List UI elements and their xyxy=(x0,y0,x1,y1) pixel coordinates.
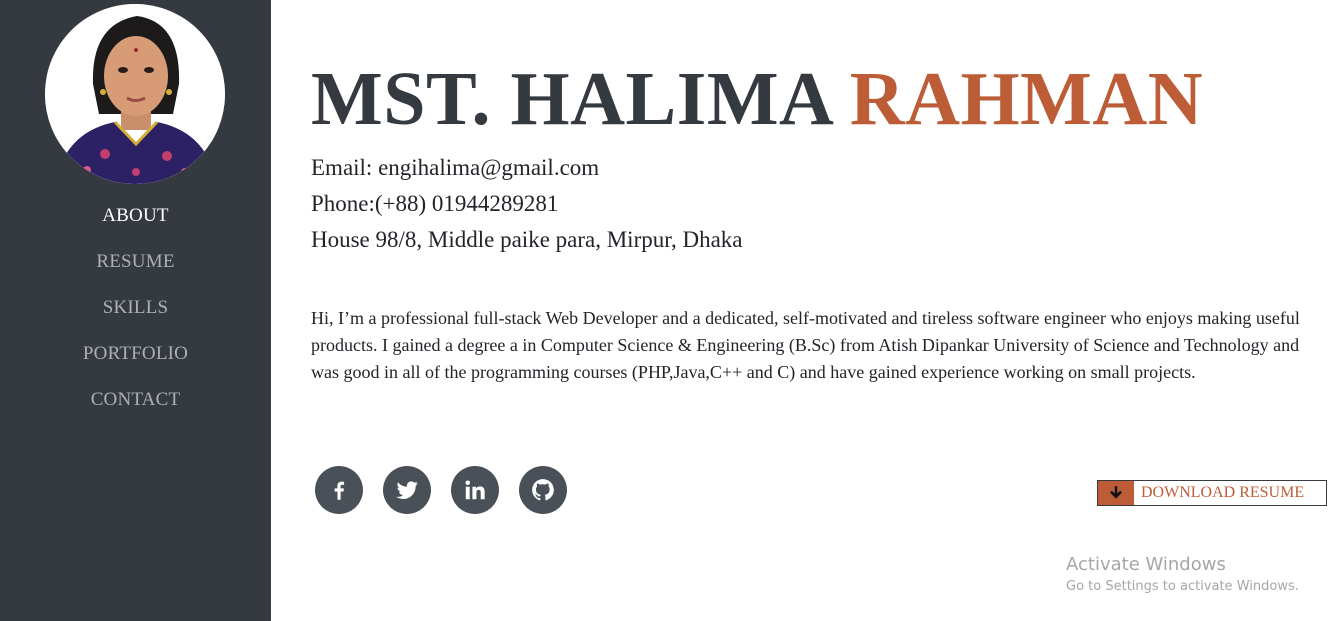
twitter-icon xyxy=(396,481,418,499)
sidebar-nav: ABOUT RESUME SKILLS PORTFOLIO CONTACT xyxy=(0,203,271,433)
arrow-down-icon xyxy=(1098,481,1134,505)
email-text: Email: engihalima@gmail.com xyxy=(311,155,600,180)
avatar[interactable] xyxy=(45,4,225,184)
last-name: RAHMAN xyxy=(849,57,1204,141)
nav-item-skills[interactable]: SKILLS xyxy=(0,295,271,341)
nav-item-contact[interactable]: CONTACT xyxy=(0,387,271,433)
facebook-link[interactable] xyxy=(315,466,363,514)
phone-text: Phone:(+88) 01944289281 xyxy=(311,191,559,216)
watermark-title: Activate Windows xyxy=(1066,554,1226,575)
nav-item-portfolio[interactable]: PORTFOLIO xyxy=(0,341,271,387)
sidebar: ABOUT RESUME SKILLS PORTFOLIO CONTACT xyxy=(0,0,271,621)
download-resume-button[interactable]: DOWNLOAD RESUME xyxy=(1097,480,1327,506)
watermark-subtitle: Go to Settings to activate Windows. xyxy=(1066,579,1299,594)
first-name: MST. HALIMA xyxy=(311,57,831,141)
github-icon xyxy=(532,479,554,501)
facebook-icon xyxy=(334,481,345,500)
bio-paragraph: Hi, I’m a professional full-stack Web De… xyxy=(311,308,1300,382)
nav-item-resume[interactable]: RESUME xyxy=(0,249,271,295)
download-resume-label: DOWNLOAD RESUME xyxy=(1141,484,1305,501)
profile-photo xyxy=(45,4,225,184)
contact-info: Email: engihalima@gmail.com Phone:(+88) … xyxy=(311,152,743,260)
twitter-link[interactable] xyxy=(383,466,431,514)
social-links xyxy=(315,466,567,514)
github-link[interactable] xyxy=(519,466,567,514)
about-section: MST. HALIMA RAHMAN Email: engihalima@gma… xyxy=(311,0,1337,621)
address-text: House 98/8, Middle paike para, Mirpur, D… xyxy=(311,227,743,252)
nav-item-about[interactable]: ABOUT xyxy=(0,203,271,249)
activate-windows-watermark: Activate Windows Go to Settings to activ… xyxy=(1066,553,1299,597)
linkedin-icon xyxy=(465,480,485,500)
linkedin-link[interactable] xyxy=(451,466,499,514)
page-title: MST. HALIMA RAHMAN xyxy=(311,58,1203,140)
